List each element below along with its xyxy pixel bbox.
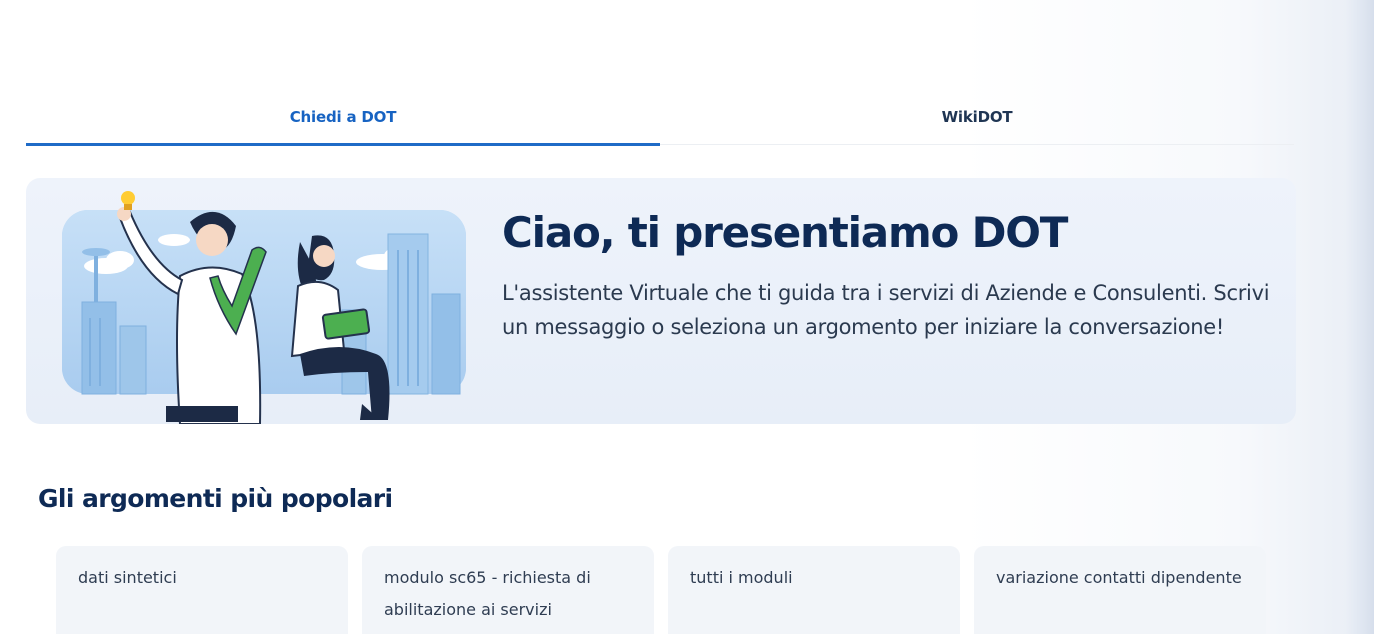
topic-label: variazione contatti dipendente xyxy=(996,568,1242,587)
scrollbar-edge xyxy=(1346,0,1374,634)
popular-topics-list: dati sintetici modulo sc65 - richiesta d… xyxy=(56,546,1268,634)
tab-chiedi-a-dot[interactable]: Chiedi a DOT xyxy=(26,90,660,146)
hero-title: Ciao, ti presentiamo DOT xyxy=(502,208,1068,257)
tab-wikidot[interactable]: WikiDOT xyxy=(660,90,1294,144)
tab-label: WikiDOT xyxy=(941,108,1013,126)
topic-label: dati sintetici xyxy=(78,568,177,587)
topic-card[interactable]: variazione contatti dipendente xyxy=(974,546,1266,634)
hero-card: Ciao, ti presentiamo DOT L'assistente Vi… xyxy=(26,178,1296,424)
topic-card[interactable]: modulo sc65 - richiesta di abilitazione … xyxy=(362,546,654,634)
tab-label: Chiedi a DOT xyxy=(289,108,397,126)
topic-label: modulo sc65 - richiesta di abilitazione … xyxy=(384,568,591,619)
virtual-assistant-illustration xyxy=(62,191,466,424)
hero-description: L'assistente Virtuale che ti guida tra i… xyxy=(502,281,1270,339)
topic-card[interactable]: tutti i moduli xyxy=(668,546,960,634)
topic-card[interactable]: dati sintetici xyxy=(56,546,348,634)
topic-label: tutti i moduli xyxy=(690,568,793,587)
tab-bar: Chiedi a DOT WikiDOT xyxy=(26,90,1294,146)
popular-topics-title: Gli argomenti più popolari xyxy=(38,484,393,513)
